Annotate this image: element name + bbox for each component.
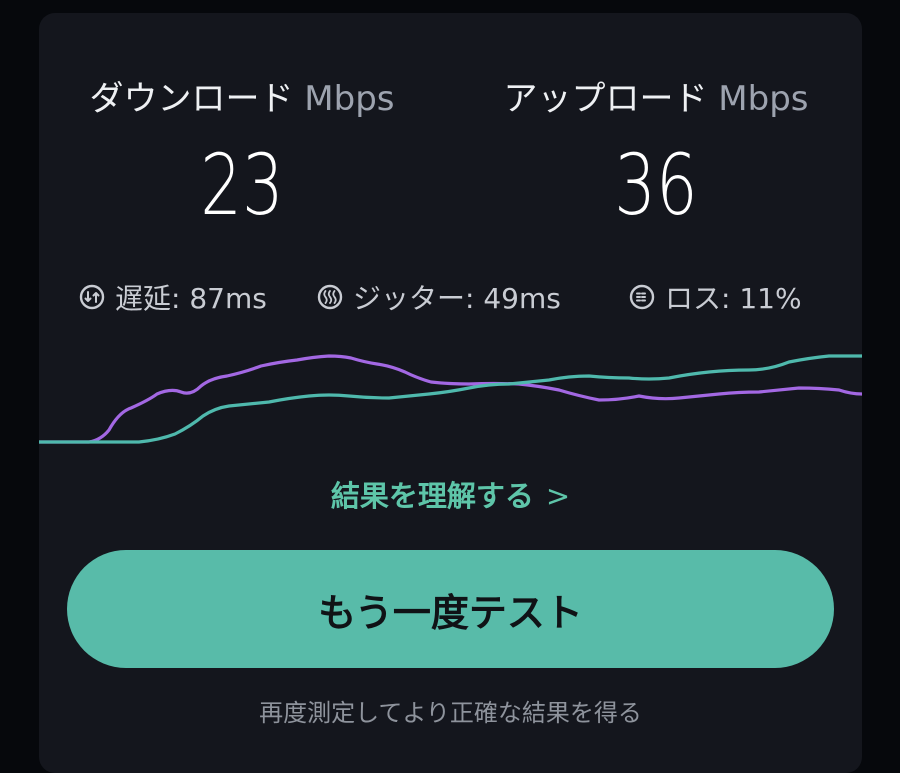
- chevron-right-icon: >: [545, 479, 571, 513]
- upload-label: アップロード Mbps: [476, 71, 836, 120]
- understand-results-label: 結果を理解する: [330, 479, 534, 513]
- speed-test-result-card: ダウンロード Mbps 23 アップロード Mbps 36 遅延: 87ms ジ…: [39, 13, 862, 773]
- upload-label-text: アップロード: [503, 79, 708, 119]
- jitter-icon: [317, 284, 343, 310]
- upload-value: 36: [614, 136, 698, 234]
- latency-icon: [79, 284, 105, 310]
- upload-unit: Mbps: [718, 79, 809, 119]
- speed-graph: [39, 354, 862, 444]
- loss-stat: ロス: 11%: [629, 277, 802, 317]
- retest-hint: 再度測定してより正確な結果を得る: [259, 699, 642, 727]
- download-value: 23: [200, 136, 284, 234]
- latency-stat: 遅延: 87ms: [79, 277, 267, 317]
- download-label-text: ダウンロード: [89, 79, 294, 119]
- understand-results-link[interactable]: 結果を理解する >: [39, 473, 862, 515]
- loss-text: ロス: 11%: [665, 282, 802, 315]
- latency-text: 遅延: 87ms: [115, 282, 267, 315]
- upload-speed-line: [39, 354, 862, 444]
- connection-stats: 遅延: 87ms ジッター: 49ms ロス: 11%: [39, 277, 862, 317]
- jitter-stat: ジッター: 49ms: [317, 277, 561, 317]
- download-unit: Mbps: [304, 79, 395, 119]
- retest-button[interactable]: もう一度テスト: [67, 550, 834, 668]
- packet-loss-icon: [629, 284, 655, 310]
- jitter-text: ジッター: 49ms: [353, 282, 561, 315]
- download-label: ダウンロード Mbps: [62, 71, 422, 120]
